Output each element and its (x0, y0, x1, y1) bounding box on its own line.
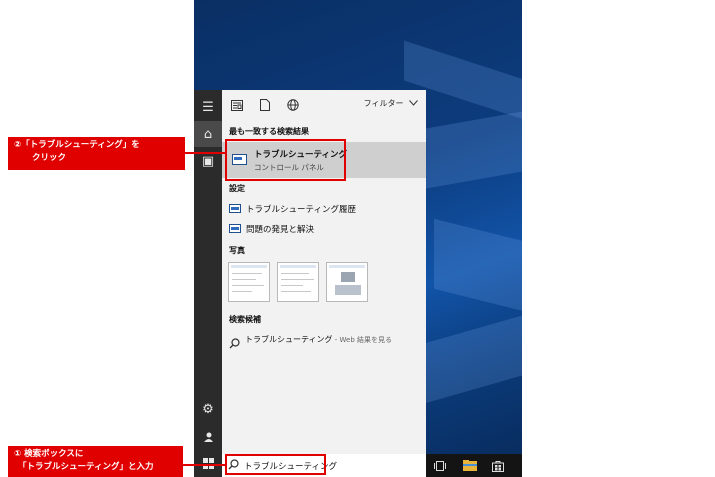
filter-dropdown[interactable]: フィルター (364, 98, 418, 109)
suggestion-suffix: - Web 結果を見る (332, 336, 392, 344)
step2-callout: ②「トラブルシューティング」を クリック (8, 137, 185, 170)
photo-thumbnail[interactable] (228, 262, 270, 302)
search-box-highlight (225, 454, 326, 475)
document-icon[interactable] (258, 98, 272, 112)
home-icon[interactable]: ⌂ (194, 121, 222, 147)
suggestion-query: トラブルシューティング (245, 335, 333, 344)
settings-item-icon (229, 204, 241, 213)
globe-icon[interactable] (286, 98, 300, 112)
file-explorer-icon[interactable] (462, 458, 478, 473)
windows-icon[interactable] (194, 450, 222, 476)
settings-item-label: 問題の発見と解決 (246, 225, 315, 235)
store-icon[interactable] (490, 458, 506, 473)
step1-leader-line (183, 464, 226, 466)
settings-heading: 設定 (229, 184, 245, 193)
chevron-down-icon (409, 99, 418, 108)
settings-icon[interactable]: ⚙ (194, 396, 222, 422)
filter-label: フィルター (363, 99, 404, 108)
suggestions-heading: 検索候補 (229, 315, 261, 324)
step1-callout: ① 検索ボックスに 「トラブルシューティング」と入力 (8, 446, 183, 477)
user-icon[interactable] (194, 424, 222, 450)
search-icon (229, 334, 240, 349)
step2-line1: ②「トラブルシューティング」を (14, 140, 140, 150)
photos-heading: 写真 (229, 246, 245, 255)
search-top-bar: フィルター (222, 90, 426, 120)
step1-line2: 「トラブルシューティング」と入力 (18, 462, 154, 472)
menu-icon[interactable]: ☰ (194, 94, 222, 120)
taskbar (426, 454, 522, 477)
web-suggestion[interactable]: トラブルシューティング - Web 結果を見る (222, 331, 426, 349)
settings-item-find-fix[interactable]: 問題の発見と解決 (222, 220, 426, 238)
step1-line1: ① 検索ボックスに (14, 449, 84, 459)
settings-item-label: トラブルシューティング履歴 (246, 205, 356, 215)
photo-thumbnail[interactable] (277, 262, 319, 302)
settings-item-icon (229, 224, 241, 233)
best-match-highlight (225, 139, 346, 181)
step2-leader-line (185, 152, 226, 154)
step2-line2: クリック (32, 153, 67, 163)
start-left-rail: ☰ ⌂ ▣ ⚙ (194, 90, 222, 477)
settings-item-history[interactable]: トラブルシューティング履歴 (222, 200, 426, 218)
news-icon[interactable] (230, 98, 244, 112)
task-view-icon[interactable] (432, 458, 448, 473)
best-match-heading: 最も一致する検索結果 (229, 127, 309, 136)
photo-thumbnail[interactable] (326, 262, 368, 302)
